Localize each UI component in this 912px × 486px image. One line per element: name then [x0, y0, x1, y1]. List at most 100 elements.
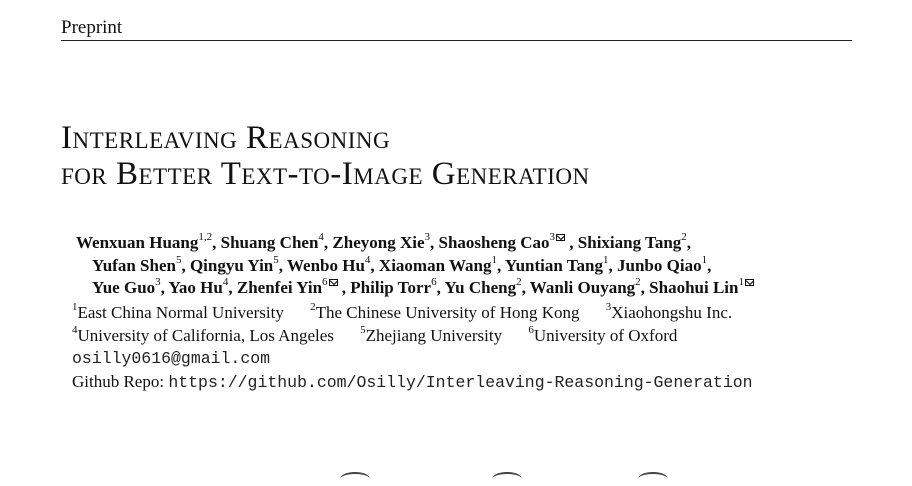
author-name-text: Yue Guo [92, 278, 156, 297]
affiliation-name: Xiaohongshu Inc. [611, 303, 733, 322]
author-name: Zheyong Xie3, [332, 231, 439, 252]
author-separator: , [181, 255, 190, 275]
author-name: Yufan Shen5, [92, 253, 190, 275]
author-name: Shaohui Lin1 [649, 277, 754, 297]
affiliation-6: 6University of Oxford [528, 324, 678, 345]
affiliation-number: 4 [72, 324, 78, 337]
affiliation-2: 2The Chinese University of Hong Kong [310, 301, 580, 322]
author-separator: , [707, 255, 712, 275]
affiliation-1: 1East China Normal University [72, 301, 284, 322]
author-name: Yu Cheng2, [444, 276, 530, 297]
affiliation-number: 3 [605, 301, 612, 314]
author-affiliation-number: 1 [603, 253, 609, 266]
author-affiliation-number: 3 [155, 276, 161, 289]
affiliation-number: 6 [528, 324, 534, 337]
author-name: Shaosheng Cao3 , [438, 231, 578, 252]
preprint-label: Preprint [61, 17, 123, 38]
affiliation-name: Zhejiang University [365, 326, 503, 345]
affiliation-5: 5Zhejiang University [360, 325, 503, 345]
affiliation-name: University of Oxford [533, 326, 678, 345]
affiliation-4: 4University of California, Los Angeles [72, 324, 334, 345]
author-name: Zhenfei Yin6 , [236, 276, 351, 297]
repo-link[interactable]: https://github.com/Osilly/Interleaving-R… [168, 373, 752, 392]
author-separator: , [521, 278, 530, 297]
affiliation-name: University of California, Los Angeles [77, 326, 334, 345]
author-affiliation-number: 1,2 [198, 231, 213, 244]
author-separator: , [160, 278, 169, 297]
author-name-text: Shaohui Lin [649, 278, 739, 297]
author-affiliation-number: 4 [222, 276, 229, 289]
author-name: Philip Torr6, [350, 276, 444, 297]
author-name: Yue Guo3, [92, 276, 169, 297]
running-header: Preprint [61, 14, 852, 41]
author-separator: , [640, 278, 650, 297]
github-repo: Github Repo: https://github.com/Osilly/I… [72, 371, 753, 393]
author-name-text: Wenxuan Huang [76, 233, 199, 252]
contact-email[interactable]: osilly0616@gmail.com [72, 349, 270, 369]
author-name-text: Yufan Shen [92, 255, 176, 275]
author-name: Shixiang Tang2, [577, 231, 692, 252]
author-affiliation-number: 2 [516, 276, 522, 289]
corresponding-author-mail-icon [328, 279, 338, 286]
author-name-text: Wanli Ouyang [529, 278, 636, 297]
author-affiliation-number: 3 [424, 231, 431, 244]
repo-label: Github Repo: [72, 372, 169, 391]
corresponding-author-mail-icon [744, 279, 754, 286]
author-affiliation-number: 6 [322, 276, 328, 289]
author-separator: , [212, 233, 221, 252]
affiliation-number: 1 [72, 301, 78, 314]
paper-page: Preprint Interleaving Reasoning for Bett… [0, 0, 912, 478]
author-separator: , [430, 233, 439, 252]
affiliation-name: East China Normal University [77, 303, 284, 322]
author-affiliation-number: 4 [318, 231, 324, 244]
author-name: Wanli Ouyang2, [529, 276, 650, 297]
author-affiliation-number: 5 [273, 253, 279, 266]
author-separator: , [337, 278, 351, 297]
author-name-text: Yao Hu [168, 278, 223, 297]
author-affiliation-number: 2 [681, 231, 687, 244]
author-affiliation-number: 2 [635, 276, 641, 289]
corresponding-author-mail-icon [556, 234, 566, 241]
figure-edge-2 [492, 472, 522, 486]
author-separator: , [228, 278, 237, 297]
author-separator: , [370, 255, 379, 275]
author-name: Yao Hu4, [168, 276, 237, 297]
author-name-text: Zhenfei Yin [236, 278, 323, 297]
author-name-text: Junbo Qiao [617, 255, 702, 275]
author-separator: , [565, 233, 578, 252]
author-list: Wenxuan Huang1,2, Shuang Chen4, Zheyong … [76, 232, 906, 300]
affiliations-row-2: 4University of California, Los Angeles 5… [72, 325, 677, 347]
author-affiliation-number: 5 [175, 253, 182, 266]
author-separator: , [686, 233, 692, 252]
author-separator: , [278, 255, 287, 275]
author-name: Yuntian Tang1, [505, 253, 618, 275]
paper-title: Interleaving Reasoning for Better Text-t… [61, 120, 590, 192]
author-name: Qingyu Yin5, [190, 253, 287, 275]
author-name: Wenbo Hu4, [286, 253, 379, 275]
figure-edge-1 [340, 472, 370, 486]
author-name: Shuang Chen4, [220, 231, 333, 252]
title-line-1: Interleaving Reasoning [61, 120, 391, 156]
author-affiliation-number: 1 [701, 253, 708, 266]
author-affiliation-number: 3 [549, 231, 556, 244]
author-line-3: Yue Guo3, Yao Hu4, Zhenfei Yin6 , Philip… [76, 277, 906, 300]
author-name-text: Shuang Chen [220, 233, 319, 252]
author-name-text: Zheyong Xie [332, 233, 425, 252]
affiliation-name: The Chinese University of Hong Kong [315, 303, 580, 322]
author-affiliation-number: 1 [491, 253, 498, 266]
author-name-text: Shaosheng Cao [438, 233, 550, 252]
author-name-text: Wenbo Hu [286, 255, 365, 275]
author-separator: , [497, 255, 505, 275]
affiliations-row-1: 1East China Normal University 2The Chine… [72, 302, 732, 324]
author-separator: , [608, 255, 618, 275]
author-name-text: Philip Torr [350, 278, 432, 297]
author-affiliation-number: 4 [364, 253, 371, 266]
author-affiliation-number: 6 [431, 276, 437, 289]
affiliation-number: 2 [310, 301, 316, 314]
title-line-2: for Better Text-to-Image Generation [61, 156, 590, 192]
author-name-text: Xiaoman Wang [378, 255, 492, 275]
affiliation-3: 3Xiaohongshu Inc. [605, 301, 733, 322]
author-name: Junbo Qiao1, [617, 253, 712, 275]
author-line-1: Wenxuan Huang1,2, Shuang Chen4, Zheyong … [76, 232, 906, 255]
author-name-text: Shixiang Tang [577, 233, 682, 252]
